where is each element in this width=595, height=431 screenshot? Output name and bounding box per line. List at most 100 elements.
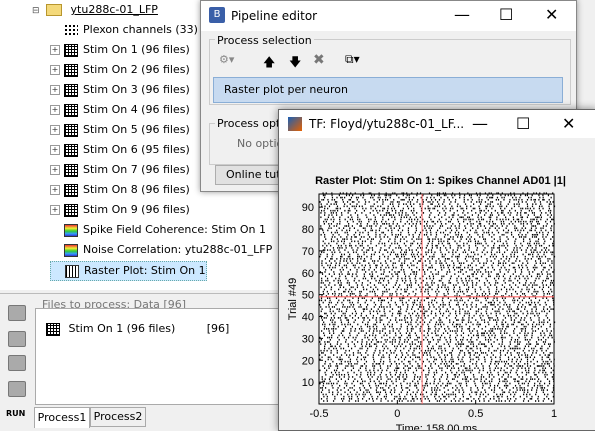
spike-mark — [373, 284, 376, 286]
spike-mark — [456, 205, 459, 208]
pipeline-tree-icon[interactable]: ⧉▾ — [345, 52, 360, 67]
spike-mark — [342, 268, 344, 271]
collapse-icon[interactable]: ⊟ — [32, 6, 40, 16]
spike-mark — [356, 284, 359, 286]
spike-mark — [462, 308, 464, 310]
spike-mark — [473, 297, 475, 299]
delete-icon[interactable]: ✖ — [313, 52, 325, 68]
spike-mark — [550, 251, 552, 254]
filter-icon[interactable] — [8, 305, 26, 321]
spike-mark — [364, 380, 366, 383]
spike-mark — [481, 328, 483, 330]
expand-icon[interactable]: + — [50, 125, 60, 135]
tree-item[interactable]: + Stim On 7 (96 files) — [50, 161, 190, 179]
minimize-icon[interactable]: — — [472, 114, 488, 133]
spike-mark — [350, 236, 353, 238]
sort-icon[interactable] — [8, 331, 26, 347]
spike-mark — [452, 360, 455, 363]
maximize-icon[interactable]: ☐ — [516, 114, 530, 133]
spike-mark — [333, 203, 335, 205]
spike-mark — [457, 303, 459, 306]
tree-item[interactable]: + Stim On 1 (96 files) — [50, 41, 190, 59]
spike-mark — [527, 323, 529, 326]
spike-mark — [410, 400, 412, 402]
tree-item[interactable]: Raster Plot: Stim On 1 — [50, 261, 207, 281]
spike-mark — [391, 312, 394, 315]
tree-item[interactable]: Plexon channels (33) — [50, 21, 198, 39]
spike-mark — [359, 389, 362, 391]
raster-chart[interactable]: Raster Plot: Stim On 1: Spikes Channel A… — [279, 138, 595, 430]
spike-mark — [503, 332, 506, 334]
spike-mark — [440, 398, 442, 400]
spike-mark — [369, 264, 371, 267]
spike-mark — [475, 356, 477, 359]
spike-mark — [531, 247, 533, 249]
spike-mark — [495, 290, 497, 293]
expand-icon[interactable]: + — [50, 145, 60, 155]
spike-mark — [540, 244, 543, 247]
tab-process2[interactable]: Process2 — [90, 407, 146, 427]
expand-icon[interactable]: + — [50, 185, 60, 195]
spike-mark — [527, 277, 529, 280]
close-icon[interactable]: ✕ — [545, 5, 558, 24]
spike-mark — [415, 273, 418, 275]
spike-mark — [322, 290, 324, 293]
figure-canvas[interactable]: Raster Plot: Stim On 1: Spikes Channel A… — [279, 138, 595, 430]
expand-icon[interactable]: + — [50, 65, 60, 75]
spike-mark — [370, 299, 372, 302]
spike-mark — [494, 223, 496, 225]
spike-mark — [531, 212, 534, 214]
spike-mark — [548, 365, 551, 367]
expand-icon[interactable]: + — [50, 205, 60, 215]
spike-mark — [484, 293, 487, 295]
spike-mark — [416, 303, 418, 306]
process-item[interactable]: Raster plot per neuron — [213, 77, 563, 103]
expand-icon[interactable]: + — [50, 45, 60, 55]
spike-mark — [324, 345, 326, 348]
tree-item[interactable]: + Stim On 9 (96 files) — [50, 201, 190, 219]
spike-mark — [503, 286, 506, 289]
spike-mark — [367, 371, 369, 374]
spike-mark — [522, 400, 525, 402]
spike-mark — [457, 319, 459, 321]
tree-item[interactable]: + Stim On 6 (95 files) — [50, 141, 190, 159]
tree-root[interactable]: ⊟ ytu288c-01_LFP — [32, 1, 158, 19]
spike-mark — [390, 251, 393, 254]
file-item[interactable]: Stim On 1 (96 files) [96] — [46, 322, 229, 336]
maximize-icon[interactable]: ☐ — [499, 5, 513, 24]
group-icon[interactable] — [8, 355, 26, 371]
spike-mark — [497, 240, 499, 243]
expand-icon[interactable]: + — [50, 85, 60, 95]
spike-mark — [485, 271, 487, 273]
tab-process1[interactable]: Process1 — [34, 407, 90, 428]
spike-mark — [445, 194, 447, 197]
run-button[interactable]: RUN — [6, 409, 25, 418]
pipeline-titlebar[interactable]: B Pipeline editor — ☐ ✕ — [201, 1, 576, 31]
expand-icon[interactable]: + — [50, 165, 60, 175]
figure-titlebar[interactable]: TF: Floyd/ytu288c-01_LF... — ☐ ✕ — [279, 110, 595, 138]
spike-mark — [534, 382, 536, 385]
move-down-icon[interactable]: 🡇 — [289, 53, 301, 74]
minimize-icon[interactable]: — — [454, 5, 470, 24]
gear-icon[interactable]: ⚙▾ — [219, 53, 234, 66]
spike-mark — [356, 373, 358, 376]
tree-item[interactable]: + Stim On 8 (96 files) — [50, 181, 190, 199]
tree-item[interactable]: + Stim On 3 (96 files) — [50, 81, 190, 99]
spike-mark — [487, 203, 489, 205]
spike-mark — [532, 325, 534, 328]
spike-mark — [417, 323, 419, 326]
spike-mark — [456, 299, 458, 302]
move-up-icon[interactable]: 🡅 — [263, 53, 275, 74]
spike-mark — [463, 262, 465, 264]
expand-icon[interactable]: + — [50, 105, 60, 115]
close-icon[interactable]: ✕ — [562, 114, 575, 133]
tree-item[interactable]: Noise Correlation: ytu288c-01_LFP — [50, 241, 272, 259]
tree-item[interactable]: Spike Field Coherence: Stim On 1 — [50, 221, 266, 239]
tree-item[interactable]: + Stim On 2 (96 files) — [50, 61, 190, 79]
spike-mark — [496, 297, 498, 299]
stack-icon[interactable] — [8, 381, 26, 397]
spike-mark — [542, 360, 544, 363]
tree-item[interactable]: + Stim On 4 (96 files) — [50, 101, 190, 119]
tree-item[interactable]: + Stim On 5 (96 files) — [50, 121, 190, 139]
spike-mark — [442, 382, 444, 385]
